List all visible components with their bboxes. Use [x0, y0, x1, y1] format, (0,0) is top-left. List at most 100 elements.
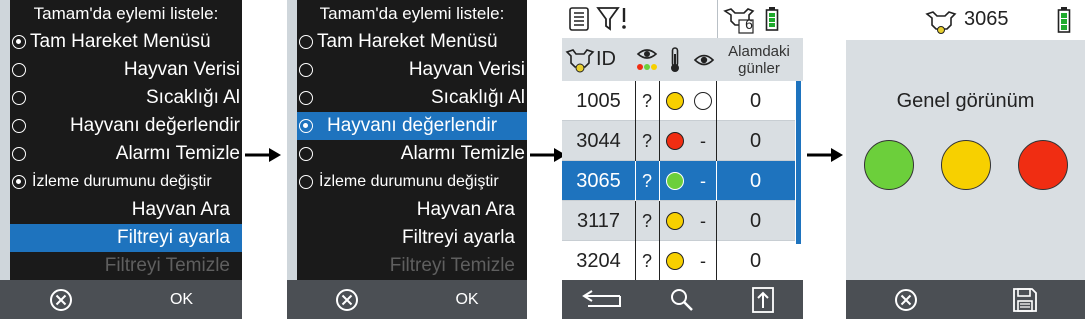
column-id-header[interactable]: ID [596, 38, 616, 81]
menu-option-evaluate-animal[interactable]: Hayvanı değerlendir [10, 112, 242, 140]
menu-option-clear-alarm[interactable]: Alarmı Temizle [297, 140, 527, 168]
animal-id: 3117 [576, 210, 620, 232]
table-row-selected[interactable]: 3065 ? - 0 [562, 161, 795, 201]
menu-option-animal-data[interactable]: Hayvan Verisi [297, 56, 527, 84]
ok-button[interactable]: OK [121, 280, 242, 319]
background-strip [0, 0, 10, 280]
overview-body: Genel görünüm [846, 40, 1085, 280]
status-yellow-dot [665, 212, 684, 230]
cancel-button[interactable] [0, 280, 121, 319]
menu-option-take-temperature[interactable]: Sıcaklığı Al [297, 84, 527, 112]
softkey-bar [562, 280, 803, 319]
option-label: İzleme durumunu değiştir [32, 173, 212, 190]
cancel-icon [894, 288, 917, 311]
animal-list: 1005 ? 0 3044 ? - 0 3065 ? - 0 3117 ? - … [562, 81, 795, 281]
softkey-bar: OK [0, 280, 242, 319]
command-search-animal[interactable]: Hayvan Ara [10, 196, 242, 224]
assessment-cell: ? [641, 211, 652, 231]
status-yellow-dot [665, 92, 684, 110]
monitoring-cell: - [700, 251, 706, 271]
option-label: Alarmı Temizle [115, 143, 240, 164]
status-yellow-button[interactable] [941, 140, 991, 190]
arrow-right-icon [245, 148, 281, 162]
menu-option-clear-alarm[interactable]: Alarmı Temizle [10, 140, 242, 168]
status-red-dot [665, 132, 684, 150]
status-cell [659, 161, 690, 201]
option-label: Hayvan Verisi [408, 59, 525, 80]
cancel-icon [336, 288, 358, 311]
assessment-cell: ? [641, 91, 652, 111]
scrollbar[interactable] [796, 81, 801, 244]
thermometer-icon [671, 47, 679, 72]
menu-option-full-menu[interactable]: Tam Hareket Menüsü [10, 28, 242, 56]
scroll-top-button[interactable] [723, 280, 803, 319]
table-row[interactable]: 1005 ? 0 [562, 81, 795, 121]
table-row[interactable]: 3117 ? - 0 [562, 201, 795, 241]
overview-title: Genel görünüm [896, 90, 1035, 112]
action-menu: Tamam'da eylemi listele: Tam Hareket Men… [297, 0, 527, 280]
screen-action-menu-2: Tamam'da eylemi listele: Tam Hareket Men… [287, 0, 527, 319]
assessment-cell: ? [641, 171, 652, 191]
status-yellow-dot [665, 252, 684, 270]
radio-icon [12, 119, 26, 133]
menu-container: Tamam'da eylemi listele: Tam Hareket Men… [287, 0, 527, 280]
option-label: Sıcaklığı Al [146, 87, 240, 108]
menu-option-change-monitoring[interactable]: İzleme durumunu değiştir [10, 168, 242, 196]
status-green-button[interactable] [864, 140, 914, 190]
radio-icon [299, 91, 313, 105]
alarm-days: 0 [749, 90, 762, 112]
assessment-cell: ? [641, 251, 652, 271]
radio-selected-icon [12, 175, 26, 189]
list-settings-icon[interactable] [568, 6, 590, 32]
monitoring-ring-icon [694, 92, 712, 110]
radio-icon [12, 147, 26, 161]
cancel-button[interactable] [287, 280, 407, 319]
menu-option-full-menu[interactable]: Tam Hareket Menüsü [297, 28, 527, 56]
radio-icon [299, 175, 313, 189]
alarm-days: 0 [749, 170, 762, 192]
days-header-line1: Alamdaki [728, 42, 790, 60]
alarm-days: 0 [749, 250, 762, 272]
option-label: Tam Hareket Menüsü [30, 31, 211, 52]
status-green-dot [665, 172, 684, 190]
back-button[interactable] [562, 280, 642, 319]
status-cell [659, 241, 690, 281]
command-set-filter[interactable]: Filtreyi ayarla [297, 224, 527, 252]
menu-option-animal-data[interactable]: Hayvan Verisi [10, 56, 242, 84]
screen-animal-list: 6 ID Alamdaki günler 1005 ? 0 3044 ? - 0… [562, 0, 803, 319]
alarm-days: 0 [749, 130, 762, 152]
search-button[interactable] [642, 280, 722, 319]
radio-selected-icon [299, 119, 313, 133]
table-row[interactable]: 3204 ? - 0 [562, 241, 795, 281]
status-bar: 6 [562, 0, 803, 38]
option-label: Hayvan Verisi [123, 59, 240, 80]
command-set-filter[interactable]: Filtreyi ayarla [10, 224, 242, 252]
background-strip [287, 0, 297, 280]
list-header: ID Alamdaki günler [562, 38, 803, 81]
column-days-header[interactable]: Alamdaki günler [724, 38, 794, 81]
command-search-animal[interactable]: Hayvan Ara [297, 196, 527, 224]
animal-id: 3204 [576, 250, 621, 272]
save-button[interactable] [966, 280, 1085, 319]
cow-head-icon [925, 11, 957, 34]
option-label: Hayvanı değerlendir [327, 115, 498, 136]
menu-option-take-temperature[interactable]: Sıcaklığı Al [10, 84, 242, 112]
animal-count: 6 [745, 16, 753, 32]
ok-button[interactable]: OK [407, 280, 527, 319]
menu-option-change-monitoring[interactable]: İzleme durumunu değiştir [297, 168, 527, 196]
eye-icon [693, 54, 715, 66]
action-menu: Tamam'da eylemi listele: Tam Hareket Men… [10, 0, 242, 280]
table-row[interactable]: 3044 ? - 0 [562, 121, 795, 161]
monitoring-cell: - [700, 131, 706, 151]
cancel-button[interactable] [846, 280, 966, 319]
assessment-cell: ? [641, 131, 652, 151]
battery-icon [765, 7, 779, 31]
menu-option-evaluate-animal[interactable]: Hayvanı değerlendir [297, 112, 527, 140]
radio-icon [299, 147, 313, 161]
softkey-bar: OK [287, 280, 527, 319]
days-header-line2: günler [738, 59, 780, 77]
filter-active-icon[interactable] [596, 5, 630, 33]
command-clear-filter: Filtreyi Temizle [104, 255, 230, 276]
status-red-button[interactable] [1018, 140, 1068, 190]
status-cell [659, 121, 690, 161]
